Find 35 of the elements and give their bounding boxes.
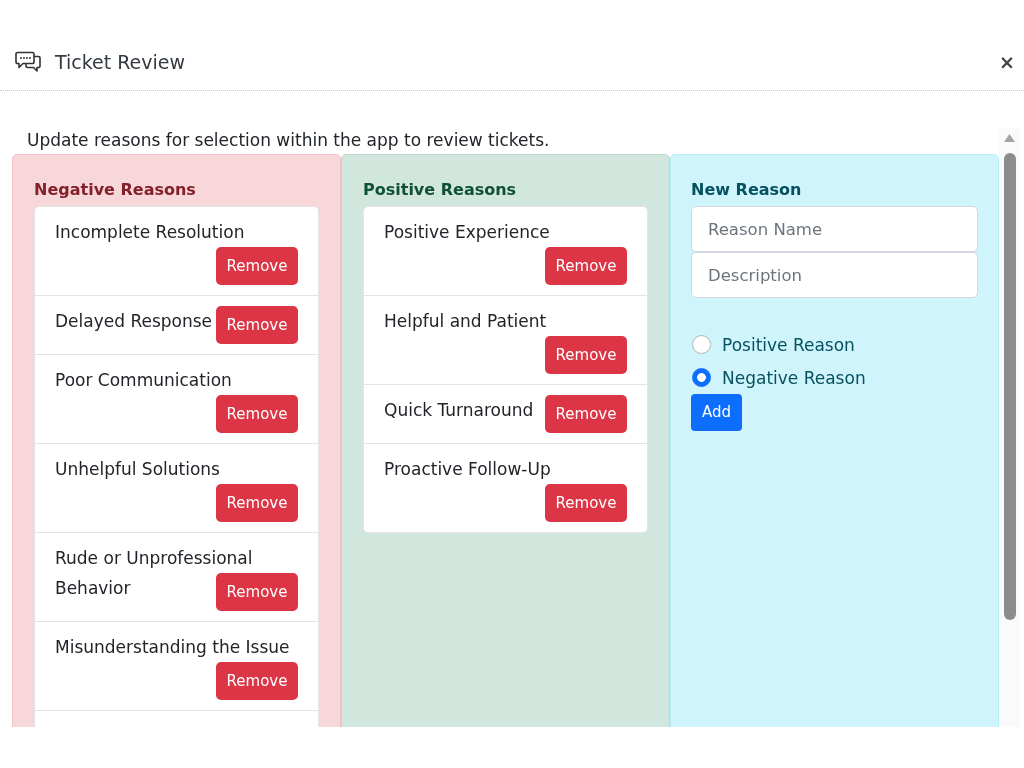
reason-name: Misunderstanding the Issue [55, 637, 290, 657]
reason-name: Incomplete Resolution [55, 222, 245, 242]
remove-button[interactable]: Remove [216, 573, 298, 611]
remove-button[interactable]: Remove [216, 395, 298, 433]
remove-button[interactable]: Remove [545, 484, 627, 522]
reason-name: Helpful and Patient [384, 311, 547, 331]
dialog-title: Ticket Review [55, 50, 186, 75]
remove-button[interactable]: Remove [216, 662, 298, 700]
column-heading: Negative Reasons [34, 179, 196, 201]
scroll-up-icon[interactable] [1004, 134, 1015, 142]
column-heading: Positive Reasons [363, 179, 517, 201]
reason-name: Positive Experience [384, 222, 550, 242]
remove-button[interactable]: Remove [216, 306, 298, 344]
input-field[interactable]: Reason Name [691, 206, 978, 252]
radio-button[interactable] [692, 335, 711, 354]
remove-button[interactable]: Remove [545, 336, 627, 374]
radio-label: Negative Reason [722, 366, 866, 390]
radio-label: Positive Reason [722, 333, 855, 357]
scrollbar-thumb[interactable] [1003, 153, 1016, 620]
column-heading: New Reason [691, 179, 802, 201]
remove-button[interactable]: Remove [216, 484, 298, 522]
remove-button[interactable]: Remove [216, 247, 298, 285]
reason-name: Poor Communication [55, 370, 232, 390]
close-button[interactable]: × [998, 50, 1016, 74]
reason-name: Quick Turnaround [384, 400, 534, 420]
reason-name: Unhelpful Solutions [55, 459, 220, 479]
chat-bubbles-icon [15, 51, 41, 73]
reason-name: Proactive Follow-Up [384, 459, 551, 479]
input-field[interactable]: Description [691, 252, 978, 298]
description-text: Update reasons for selection within the app to review tickets. [27, 130, 550, 150]
radio-button[interactable] [692, 368, 711, 387]
add-button[interactable]: Add [691, 394, 743, 431]
remove-button[interactable]: Remove [545, 247, 627, 285]
remove-button[interactable]: Remove [545, 395, 627, 433]
reason-name: Delayed Response [55, 311, 213, 331]
